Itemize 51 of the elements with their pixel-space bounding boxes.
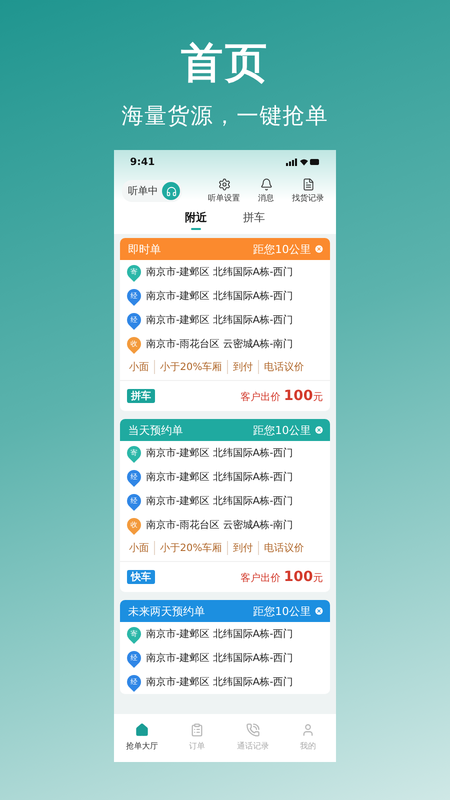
price: 客户出价 100元	[240, 569, 323, 585]
ride-type-badge: 快车	[127, 570, 155, 584]
clipboard-icon	[190, 723, 204, 737]
distance: 距您10公里	[253, 242, 311, 256]
cargo-tag: 小面	[124, 541, 154, 555]
address: 南京市-雨花台区 云密城A栋-南门	[146, 518, 294, 532]
address: 南京市-建邺区 北纬国际A栋-西门	[146, 290, 294, 303]
bell-icon	[260, 178, 272, 190]
cargo-tag: 小面	[124, 360, 154, 374]
cargo-tag: 小于20%车厢	[154, 360, 228, 374]
address: 南京市-建邺区 北纬国际A栋-西门	[146, 446, 294, 460]
close-icon[interactable]	[314, 606, 324, 616]
order-type: 当天预约单	[128, 422, 183, 438]
subheadline: 海量货源，一键抢单	[122, 103, 328, 131]
address: 南京市-建邺区 北纬国际A栋-西门	[146, 652, 294, 665]
address: 南京市-建邺区 北纬国际A栋-西门	[146, 676, 294, 689]
headline: 首页	[181, 38, 269, 88]
settings-icon	[218, 178, 230, 190]
distance: 距您10公里	[253, 422, 311, 438]
address: 南京市-建邺区 北纬国际A栋-西门	[146, 314, 294, 327]
headphones-icon	[166, 186, 176, 196]
order-type: 未来两天预约单	[128, 604, 205, 618]
status-time: 9:41	[130, 156, 155, 168]
phone-icon	[246, 723, 260, 737]
cargo-tag: 到付	[227, 360, 258, 374]
close-icon[interactable]	[314, 244, 324, 254]
address: 南京市-建邺区 北纬国际A栋-西门	[146, 470, 294, 484]
tab[interactable]: 拼车	[243, 208, 265, 234]
listening-toggle[interactable]: 听单中	[122, 180, 182, 202]
price: 客户出价 100元	[240, 388, 323, 404]
header-action[interactable]: 消息	[246, 178, 286, 204]
address: 南京市-建邺区 北纬国际A栋-西门	[146, 266, 294, 279]
cargo-tag: 电话议价	[258, 360, 310, 374]
address: 南京市-建邺区 北纬国际A栋-西门	[146, 628, 294, 641]
tab[interactable]: 附近	[185, 208, 207, 234]
cargo-tag: 到付	[227, 541, 258, 555]
order-type: 即时单	[128, 242, 161, 256]
address: 南京市-雨花台区 云密城A栋-南门	[146, 338, 294, 351]
person-icon	[301, 723, 316, 737]
cargo-tag: 电话议价	[258, 541, 310, 555]
nav-item[interactable]: 抢单大厅	[114, 714, 170, 762]
close-icon[interactable]	[314, 425, 324, 435]
distance: 距您10公里	[253, 604, 311, 618]
document-icon	[302, 178, 314, 190]
header-action[interactable]: 听单设置	[204, 178, 244, 204]
address: 南京市-建邺区 北纬国际A栋-西门	[146, 494, 294, 508]
ride-type-badge: 拼车	[127, 389, 155, 403]
cargo-tag: 小于20%车厢	[154, 541, 228, 555]
header-action[interactable]: 找货记录	[288, 178, 328, 204]
home-icon	[134, 723, 149, 737]
status-icons	[286, 158, 320, 166]
